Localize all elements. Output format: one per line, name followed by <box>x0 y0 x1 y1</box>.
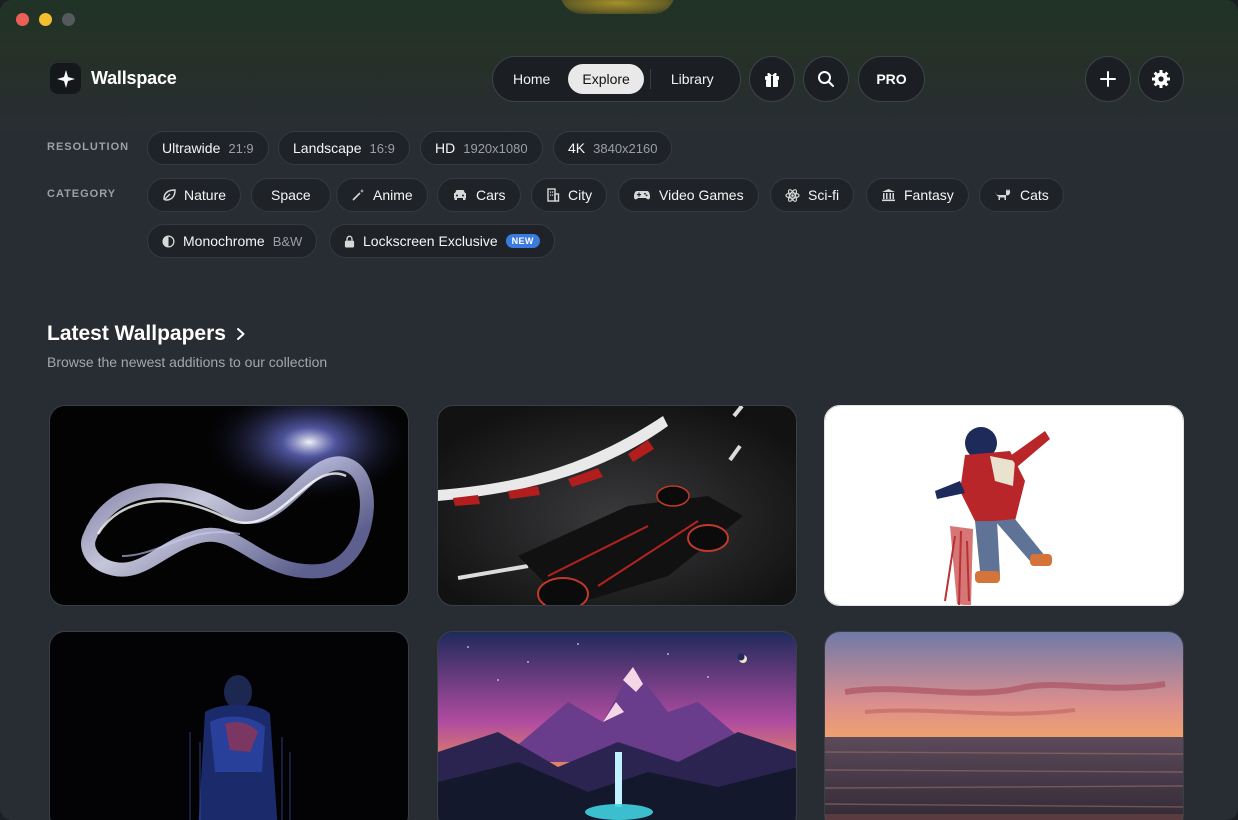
wallpaper-thumbnail <box>825 406 1183 605</box>
wallpaper-thumbnail <box>438 406 796 605</box>
gift-icon <box>765 72 779 87</box>
chip-label: Lockscreen Exclusive <box>363 233 498 249</box>
chip-label: Ultrawide <box>162 140 221 156</box>
sparkle-logo-icon <box>50 63 81 94</box>
app-window: Wallspace Home Explore Library PRO RESOL… <box>0 0 1238 820</box>
chip-nature[interactable]: Nature <box>147 178 242 212</box>
chip-label: Landscape <box>293 140 362 156</box>
chip-4k[interactable]: 4K 3840x2160 <box>553 131 673 165</box>
section-subtitle: Browse the newest additions to our colle… <box>47 354 328 370</box>
add-button[interactable] <box>1085 56 1131 102</box>
chip-anime[interactable]: Anime <box>336 178 428 212</box>
main-nav: Home Explore Library <box>492 56 741 102</box>
chevron-right-icon <box>236 328 245 340</box>
chip-label: Cars <box>476 187 506 203</box>
gift-button[interactable] <box>749 56 795 102</box>
chip-monochrome[interactable]: Monochrome B&W <box>147 224 318 258</box>
chip-ultrawide[interactable]: Ultrawide 21:9 <box>147 131 269 165</box>
chip-label: Cats <box>1020 187 1049 203</box>
wallpaper-card-mountain-waterfall[interactable] <box>437 631 797 820</box>
chip-label: HD <box>435 140 456 156</box>
wallpaper-thumbnail <box>50 406 408 605</box>
resolution-label: RESOLUTION <box>47 141 130 153</box>
close-window-button[interactable] <box>16 13 29 26</box>
chip-label: Space <box>271 187 311 203</box>
cat-icon <box>995 189 1011 200</box>
wallpaper-card-ocean-sunset[interactable] <box>824 631 1184 820</box>
wallpaper-card-race-car[interactable] <box>437 405 797 606</box>
chip-cats[interactable]: Cats <box>979 178 1064 212</box>
search-button[interactable] <box>803 56 849 102</box>
chip-fantasy[interactable]: Fantasy <box>866 178 969 212</box>
magic-wand-icon <box>352 189 364 201</box>
chip-detail: 21:9 <box>228 140 254 156</box>
building-icon <box>547 188 560 202</box>
chip-space[interactable]: Space <box>251 178 331 212</box>
chip-landscape[interactable]: Landscape 16:9 <box>278 131 410 165</box>
chip-label: Monochrome <box>183 233 265 249</box>
chip-cars[interactable]: Cars <box>437 178 521 212</box>
window-controls <box>16 13 75 26</box>
pro-button[interactable]: PRO <box>858 56 925 102</box>
section-title: Latest Wallpapers <box>47 322 226 345</box>
gamepad-icon <box>634 191 650 200</box>
chip-label: Sci-fi <box>808 187 840 203</box>
zoom-window-button[interactable] <box>62 13 75 26</box>
section-title-link[interactable]: Latest Wallpapers <box>47 322 246 346</box>
chip-label: Anime <box>373 187 413 203</box>
half-circle-icon <box>162 234 175 248</box>
chip-detail: 3840x2160 <box>593 140 658 156</box>
chip-label: 4K <box>568 140 586 156</box>
chip-lockscreen-exclusive[interactable]: Lockscreen Exclusive NEW <box>329 224 555 258</box>
chip-city[interactable]: City <box>531 178 608 212</box>
lock-icon <box>344 235 355 247</box>
chip-sci-fi[interactable]: Sci-fi <box>770 178 855 212</box>
chip-video-games[interactable]: Video Games <box>618 178 759 212</box>
chip-detail: B&W <box>272 233 303 249</box>
wallpaper-card-hooded-hero[interactable] <box>824 405 1184 606</box>
chip-label: Video Games <box>659 187 744 203</box>
chip-detail: 1920x1080 <box>463 140 528 156</box>
wallpaper-thumbnail <box>438 632 796 820</box>
wallpaper-thumbnail <box>825 632 1183 820</box>
wallpaper-card-glass-loop[interactable] <box>49 405 409 606</box>
chip-detail: 16:9 <box>369 140 395 156</box>
leaf-icon <box>163 189 176 201</box>
search-icon <box>818 71 834 87</box>
chip-label: Nature <box>184 187 227 203</box>
app-name: Wallspace <box>91 68 177 88</box>
category-label: CATEGORY <box>47 188 117 200</box>
chip-hd[interactable]: HD 1920x1080 <box>420 131 543 165</box>
wallpaper-card-dark-figure[interactable] <box>49 631 409 820</box>
chip-label: City <box>568 187 593 203</box>
wallpaper-thumbnail <box>50 632 408 820</box>
nav-home[interactable]: Home <box>499 64 564 94</box>
nav-library[interactable]: Library <box>657 64 728 94</box>
landmark-icon <box>882 189 895 202</box>
plus-icon <box>1100 71 1116 87</box>
minimize-window-button[interactable] <box>39 13 52 26</box>
chip-label: Fantasy <box>904 187 954 203</box>
new-badge: NEW <box>505 234 540 248</box>
settings-button[interactable] <box>1138 56 1184 102</box>
car-icon <box>454 190 466 200</box>
nav-explore[interactable]: Explore <box>568 64 644 94</box>
gear-icon <box>1152 70 1170 88</box>
nav-divider <box>649 69 651 89</box>
atom-icon <box>785 188 800 202</box>
brand[interactable]: Wallspace <box>50 63 177 94</box>
